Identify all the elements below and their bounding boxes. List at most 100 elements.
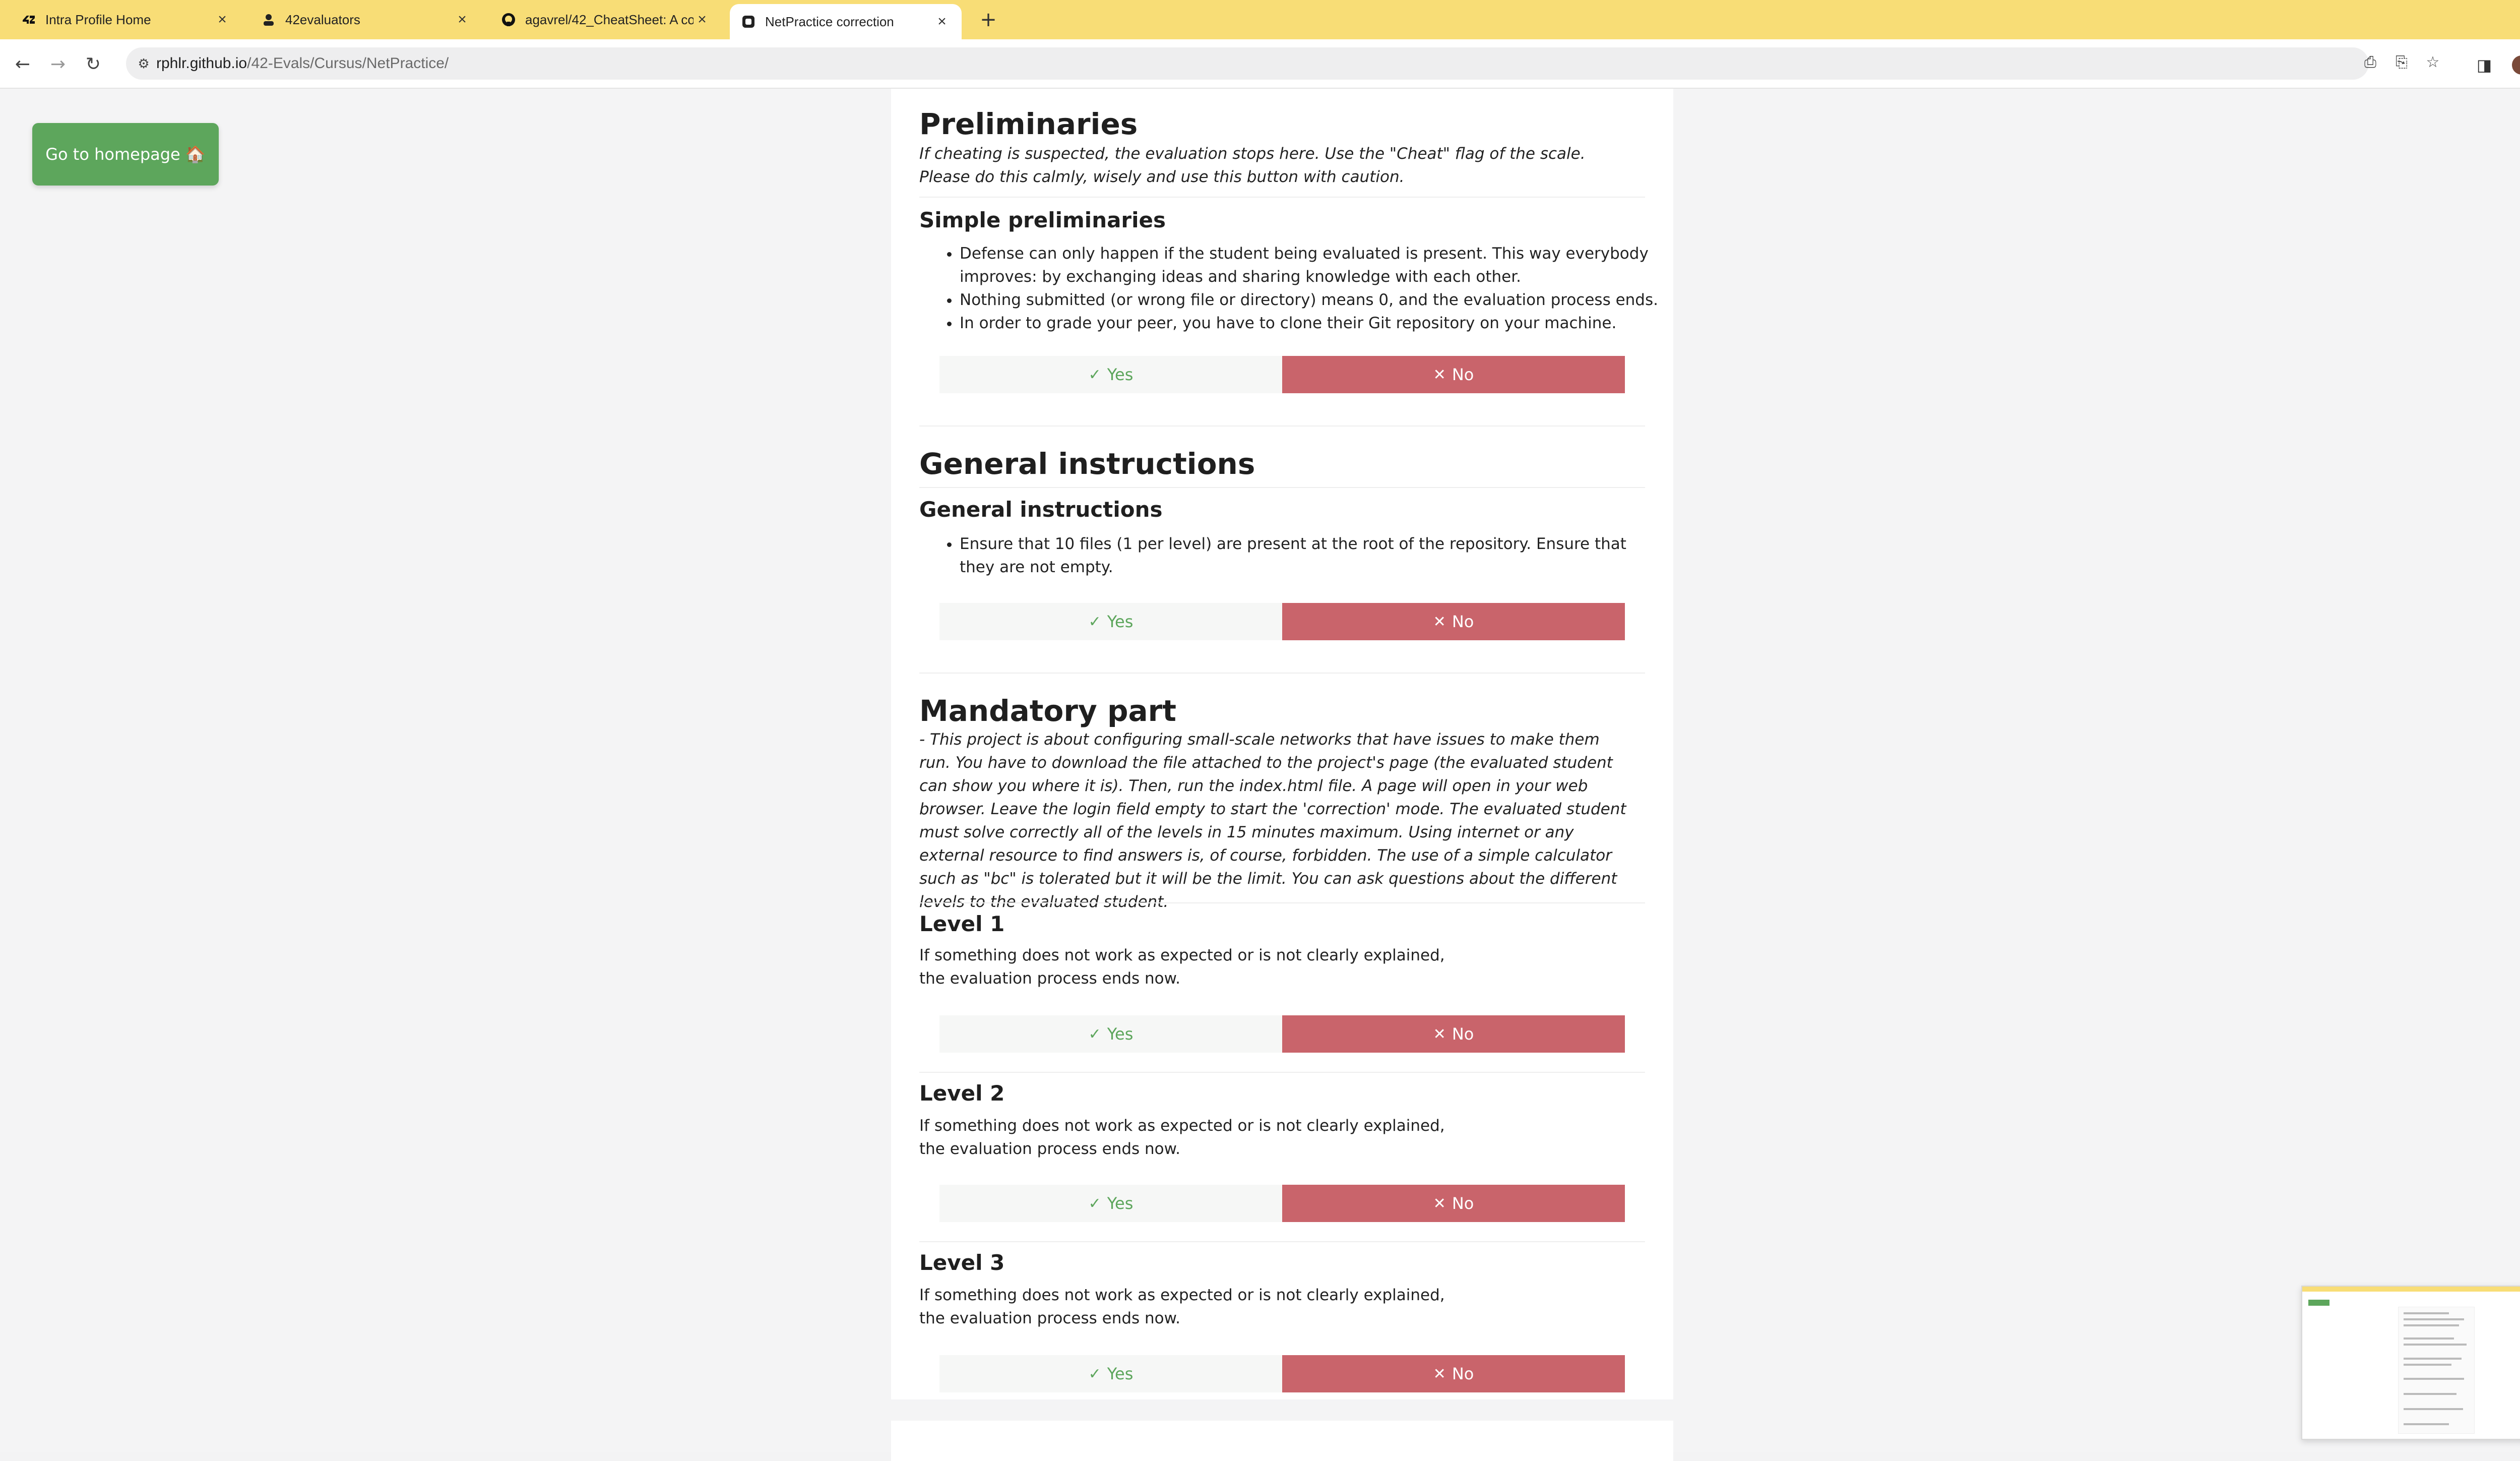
x-icon: ✕	[1433, 1194, 1446, 1212]
site-icon	[741, 14, 756, 29]
close-tab-icon[interactable]: ×	[694, 11, 711, 28]
check-icon: ✓	[1088, 1365, 1101, 1383]
level-title: Level 1	[919, 911, 1005, 936]
yes-no-group: ✓ Yes ✕ No	[939, 1185, 1625, 1222]
yes-button[interactable]: ✓ Yes	[939, 1185, 1282, 1222]
divider	[919, 425, 1645, 427]
go-to-homepage-button[interactable]: Go to homepage 🏠	[32, 123, 219, 186]
no-button[interactable]: ✕ No	[1282, 1355, 1625, 1392]
tab-42evaluators[interactable]: 42evaluators ×	[250, 3, 482, 36]
section-title-general-instructions: General instructions	[919, 447, 1255, 481]
install-app-icon[interactable]: ⎙	[2359, 50, 2382, 74]
no-label: No	[1452, 1364, 1474, 1383]
close-tab-icon[interactable]: ×	[933, 13, 951, 30]
level-description: If something does not work as expected o…	[919, 946, 1445, 988]
section-title-preliminaries: Preliminaries	[919, 107, 1138, 141]
tab-strip: Intra Profile Home × 42evaluators × agav…	[0, 0, 2520, 39]
url-host: rphlr.github.io	[156, 55, 247, 72]
preview-line	[2404, 1408, 2463, 1410]
evaluation-card: Preliminaries If cheating is suspected, …	[891, 89, 1673, 1399]
yes-no-group: ✓ Yes ✕ No	[939, 603, 1625, 640]
yes-button[interactable]: ✓ Yes	[939, 356, 1282, 393]
next-section-card	[891, 1421, 1673, 1461]
list-item: In order to grade your peer, you have to…	[960, 312, 1665, 335]
preview-page	[2398, 1307, 2475, 1434]
divider	[919, 902, 1645, 903]
divider	[919, 487, 1645, 488]
check-icon: ✓	[1088, 1025, 1101, 1043]
no-label: No	[1452, 612, 1474, 631]
tab-title: Intra Profile Home	[45, 12, 151, 27]
tab-netpractice-correction[interactable]: NetPractice correction ×	[730, 4, 962, 39]
no-button[interactable]: ✕ No	[1282, 1015, 1625, 1053]
preview-line	[2404, 1358, 2462, 1360]
no-button[interactable]: ✕ No	[1282, 603, 1625, 640]
close-tab-icon[interactable]: ×	[214, 11, 231, 28]
preview-line	[2404, 1318, 2464, 1320]
list-item: Defense can only happen if the student b…	[960, 242, 1665, 288]
list-item: Nothing submitted (or wrong file or dire…	[960, 288, 1665, 312]
preview-line	[2404, 1344, 2467, 1346]
divider	[919, 673, 1645, 674]
yes-no-group: ✓ Yes ✕ No	[939, 356, 1625, 393]
preview-line	[2404, 1378, 2464, 1380]
new-tab-button[interactable]: +	[976, 7, 1001, 32]
github-icon	[501, 12, 516, 27]
check-icon: ✓	[1088, 1194, 1101, 1212]
page-preview-thumbnail	[2301, 1286, 2520, 1440]
profile-avatar-icon[interactable]	[2512, 55, 2520, 75]
preliminaries-intro: If cheating is suspected, the evaluation…	[919, 145, 1586, 186]
subsection-title-general-instructions: General instructions	[919, 497, 1163, 522]
tab-github-cheatsheet[interactable]: agavrel/42_CheatSheet: A co ×	[490, 3, 722, 36]
person-icon	[261, 12, 276, 27]
level-title: Level 3	[919, 1250, 1005, 1275]
no-button[interactable]: ✕ No	[1282, 356, 1625, 393]
reload-icon[interactable]: ↻	[81, 51, 106, 77]
yes-label: Yes	[1107, 1364, 1133, 1383]
preview-line	[2404, 1364, 2451, 1366]
yes-label: Yes	[1107, 1024, 1133, 1044]
back-arrow-icon[interactable]: ←	[10, 51, 35, 77]
bookmark-star-icon[interactable]: ☆	[2421, 50, 2444, 74]
divider	[919, 1072, 1645, 1073]
level-title: Level 2	[919, 1081, 1005, 1106]
browser-toolbar: ← → ↻ ⚙ rphlr.github.io/42-Evals/Cursus/…	[0, 39, 2520, 89]
check-icon: ✓	[1088, 613, 1101, 631]
yes-button[interactable]: ✓ Yes	[939, 1355, 1282, 1392]
section-title-mandatory-part: Mandatory part	[919, 694, 1176, 728]
level-description: If something does not work as expected o…	[919, 1117, 1445, 1158]
page-viewport: Go to homepage 🏠 Preliminaries If cheati…	[0, 89, 2520, 1461]
site-info-icon[interactable]: ⚙	[131, 56, 156, 72]
yes-no-group: ✓ Yes ✕ No	[939, 1355, 1625, 1392]
no-button[interactable]: ✕ No	[1282, 1185, 1625, 1222]
preview-tabbar	[2302, 1287, 2520, 1292]
preview-line	[2404, 1393, 2456, 1395]
divider	[919, 197, 1645, 198]
42-icon	[21, 12, 36, 27]
yes-button[interactable]: ✓ Yes	[939, 1015, 1282, 1053]
yes-button[interactable]: ✓ Yes	[939, 603, 1282, 640]
url-path: /42-Evals/Cursus/NetPractice/	[247, 55, 449, 72]
preliminaries-bullet-list: Defense can only happen if the student b…	[944, 242, 1665, 335]
side-panel-icon[interactable]: ◨	[2473, 53, 2496, 77]
divider	[919, 1241, 1645, 1242]
x-icon: ✕	[1433, 1365, 1446, 1383]
x-icon: ✕	[1433, 613, 1446, 631]
tab-title: 42evaluators	[285, 12, 360, 27]
yes-label: Yes	[1107, 612, 1133, 631]
close-tab-icon[interactable]: ×	[454, 11, 471, 28]
subsection-title-simple-preliminaries: Simple preliminaries	[919, 208, 1166, 232]
tab-intra-profile[interactable]: Intra Profile Home ×	[10, 3, 242, 36]
general-bullet-list: Ensure that 10 files (1 per level) are p…	[944, 532, 1665, 579]
check-icon: ✓	[1088, 366, 1101, 384]
no-label: No	[1452, 1194, 1474, 1213]
mandatory-intro: - This project is about configuring smal…	[919, 730, 1626, 911]
no-label: No	[1452, 365, 1474, 384]
preview-home-button	[2308, 1300, 2329, 1306]
level-description: If something does not work as expected o…	[919, 1286, 1445, 1327]
list-item: Ensure that 10 files (1 per level) are p…	[960, 532, 1665, 579]
translate-icon[interactable]: ⎘	[2390, 50, 2413, 74]
forward-arrow-icon[interactable]: →	[45, 51, 71, 77]
tab-title: NetPractice correction	[765, 14, 894, 29]
address-bar[interactable]: ⚙ rphlr.github.io/42-Evals/Cursus/NetPra…	[126, 47, 2369, 80]
